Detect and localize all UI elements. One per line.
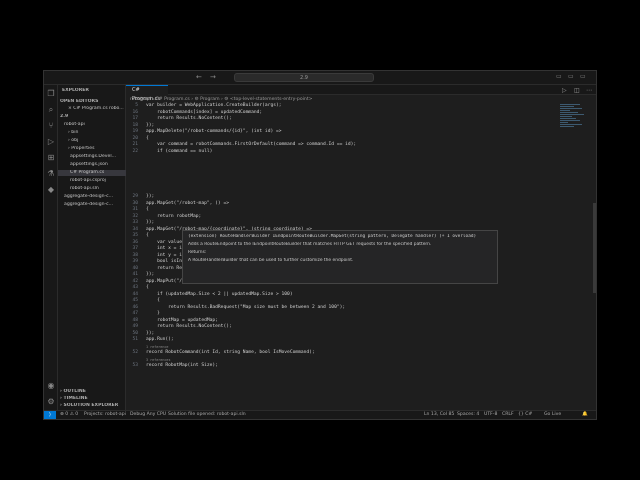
- open-editor-item[interactable]: × C# Program.cs robo...: [58, 106, 126, 112]
- solution-status[interactable]: Solution file opened: robot-api.sln: [168, 412, 246, 417]
- scrollbar-thumb[interactable]: [593, 203, 596, 293]
- more-actions-icon[interactable]: ⋯: [586, 87, 592, 94]
- encoding[interactable]: UTF-8: [484, 412, 497, 417]
- explorer-icon[interactable]: ❐: [46, 89, 56, 99]
- indentation[interactable]: Spaces: 4: [457, 412, 479, 417]
- line-ending[interactable]: CRLF: [502, 412, 514, 417]
- build-config[interactable]: Debug Any CPU: [130, 412, 166, 417]
- tab-bar: C# Program.cs ▷ ◫ ⋯: [126, 85, 596, 102]
- tree-item[interactable]: appsettings.Devel...: [58, 154, 126, 160]
- layout-secondary-icon[interactable]: ▭: [580, 73, 586, 80]
- notifications-bell-icon[interactable]: 🔔: [582, 412, 588, 417]
- hover-returns-text: A RouteHandlerBuilder that can be used t…: [188, 258, 354, 263]
- gear-icon[interactable]: ⚙: [46, 397, 56, 407]
- line-number: 53: [132, 363, 138, 368]
- title-bar: ← → 2.9 ▭ ▭ ▭: [44, 71, 596, 85]
- remote-indicator-icon[interactable]: ⟩: [44, 411, 56, 419]
- outline-section[interactable]: › OUTLINE: [60, 389, 128, 395]
- timeline-section[interactable]: › TIMELINE: [60, 396, 128, 402]
- solution-explorer-section[interactable]: › SOLUTION EXPLORER: [60, 403, 128, 409]
- minimap[interactable]: [560, 103, 586, 143]
- tree-item[interactable]: robot-api.sln: [58, 186, 126, 192]
- code-line: if (command == null): [146, 148, 213, 154]
- code-line: if (updatedMap.Size < 2 || updatedMap.Si…: [146, 291, 293, 297]
- tree-item[interactable]: robot-api: [58, 122, 126, 128]
- tree-item[interactable]: robot-api.csproj: [58, 178, 126, 184]
- extensions-icon[interactable]: ⊞: [46, 153, 56, 163]
- code-line: record RobotMap(int Size);: [146, 363, 218, 368]
- forward-button[interactable]: →: [210, 73, 216, 81]
- open-editors-header[interactable]: OPEN EDITORS: [60, 99, 128, 105]
- tree-item[interactable]: › obj: [58, 138, 126, 144]
- code-line: return Results.BadRequest("Map size must…: [146, 304, 346, 310]
- tree-item[interactable]: aggregate-design-c...: [58, 194, 126, 200]
- docker-icon[interactable]: ◆: [46, 185, 56, 195]
- activity-bar: ❐ ⌕ ⑂ ▷ ⊞ ⚗ ◆ ◉ ⚙: [44, 85, 58, 411]
- vscode-window: ← → 2.9 ▭ ▭ ▭ ❐ ⌕ ⑂ ▷ ⊞ ⚗ ◆ ◉ ⚙ EXPLORER…: [43, 70, 597, 420]
- account-icon[interactable]: ◉: [46, 381, 56, 391]
- tab-program-cs[interactable]: C# Program.cs: [126, 85, 168, 102]
- layout-panel-icon[interactable]: ▭: [568, 73, 574, 80]
- hover-tooltip: (extension) RouteHandlerBuilder IEndpoin…: [182, 230, 498, 284]
- tree-item[interactable]: › bin: [58, 130, 126, 136]
- language-mode[interactable]: {} C#: [518, 412, 532, 417]
- explorer-sidebar: EXPLORER OPEN EDITORS × C# Program.cs ro…: [58, 85, 126, 411]
- folder-header[interactable]: 2.9: [60, 114, 128, 120]
- code-line: return Results.NoContent();: [146, 324, 232, 329]
- code-line: app.MapGet("/robot-map", () =>: [146, 200, 229, 206]
- tree-item[interactable]: appsettings.json: [58, 162, 126, 168]
- breadcrumb[interactable]: robot-api › C# Program.cs › ⚙ Program › …: [130, 97, 312, 102]
- hover-returns-label: Returns:: [188, 250, 207, 255]
- go-live-button[interactable]: Go Live: [544, 412, 561, 417]
- tree-item[interactable]: › Properties: [58, 146, 126, 152]
- code-line: record RobotCommand(int Id, string Name,…: [146, 350, 315, 355]
- testing-icon[interactable]: ⚗: [46, 169, 56, 179]
- code-line: app.MapDelete("/robot-commands/{id}", (i…: [146, 129, 282, 134]
- cursor-position[interactable]: Ln 13, Col 85: [424, 412, 454, 417]
- problems-count[interactable]: ⊗ 0 ⚠ 0: [60, 412, 78, 417]
- code-line: return Results.NoContent();: [146, 116, 232, 121]
- projects-status[interactable]: Projects: robot-api: [84, 412, 126, 417]
- run-icon[interactable]: ▷: [562, 87, 567, 94]
- search-icon[interactable]: ⌕: [46, 105, 56, 115]
- source-control-icon[interactable]: ⑂: [46, 121, 56, 131]
- split-editor-icon[interactable]: ◫: [574, 87, 580, 94]
- status-bar: ⟩ ⊗ 0 ⚠ 0 Projects: robot-api Debug Any …: [44, 410, 596, 419]
- explorer-title: EXPLORER: [62, 88, 89, 93]
- layout-sidebar-icon[interactable]: ▭: [556, 73, 562, 80]
- tree-item[interactable]: aggregate-design-c...: [58, 202, 126, 208]
- command-center-search[interactable]: 2.9: [234, 73, 374, 82]
- hover-signature: (extension) RouteHandlerBuilder IEndpoin…: [188, 234, 477, 239]
- hover-description: Adds a RouteEndpoint to the IEndpointRou…: [188, 242, 432, 247]
- run-debug-icon[interactable]: ▷: [46, 137, 56, 147]
- vertical-scrollbar[interactable]: [593, 103, 596, 411]
- editor-area: C# Program.cs ▷ ◫ ⋯ robot-api › C# Progr…: [126, 85, 596, 411]
- back-button[interactable]: ←: [196, 73, 202, 81]
- tree-item-selected[interactable]: C# Program.cs: [58, 170, 126, 176]
